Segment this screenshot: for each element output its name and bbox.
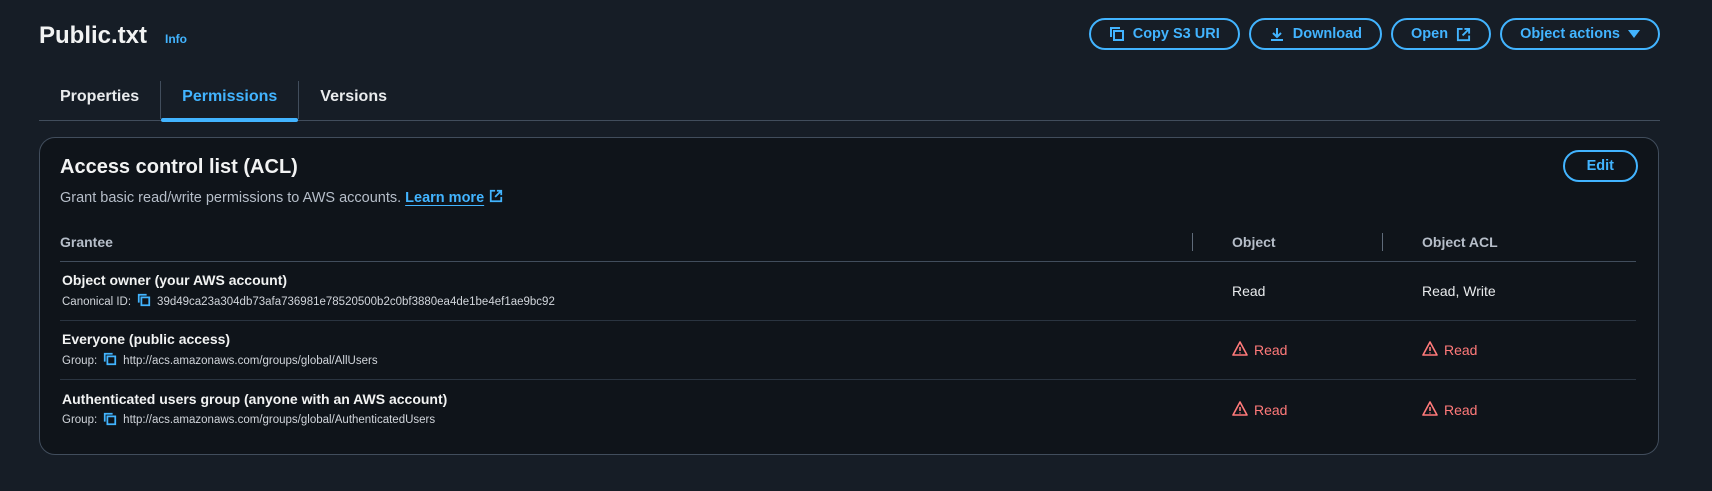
grantee-name: Object owner (your AWS account) [62, 272, 288, 288]
acl-description-text: Grant basic read/write permissions to AW… [60, 190, 402, 206]
open-button[interactable]: Open [1391, 18, 1492, 50]
warning-icon [1422, 400, 1438, 419]
warning-icon [1232, 341, 1248, 359]
tab-properties[interactable]: Properties [39, 79, 160, 121]
object-acl-permission-value: Read [1444, 401, 1478, 418]
object-acl-permission-value: Read [1444, 342, 1478, 358]
warning-icon [1422, 341, 1438, 359]
grantee-detail-label: Canonical ID: [62, 295, 132, 308]
header-actions: Copy S3 URI Download Open Object actions [1088, 18, 1660, 50]
copy-icon [1109, 26, 1125, 42]
grantee-detail-value: http://acs.amazonaws.com/groups/global/A… [123, 414, 436, 426]
object-permission-value: Read [1232, 283, 1266, 299]
table-row: Everyone (public access) Group: http://a… [60, 321, 1636, 380]
download-icon [1269, 26, 1285, 42]
object-actions-button[interactable]: Object actions [1500, 18, 1660, 50]
copy-icon[interactable] [103, 352, 117, 369]
object-acl-permission-value: Read, Write [1422, 283, 1496, 299]
grantee-detail-value: http://acs.amazonaws.com/groups/global/A… [123, 354, 378, 367]
object-actions-label: Object actions [1520, 26, 1620, 42]
grantee-detail: Canonical ID: 39d49ca23a304db73afa736981… [62, 293, 1212, 310]
acl-panel: Access control list (ACL) Grant basic re… [39, 137, 1659, 455]
grantee-detail: Group: http://acs.amazonaws.com/groups/g… [62, 352, 1212, 369]
grantee-detail-value: 39d49ca23a304db73afa736981e78520500b2c0b… [157, 295, 555, 308]
object-acl-permission: Read [1402, 400, 1636, 419]
page-title: Public.txt [39, 22, 148, 49]
grantee-name: Authenticated users group (anyone with a… [62, 390, 448, 407]
object-acl-permission: Read, Write [1402, 283, 1636, 299]
info-link[interactable]: Info [165, 32, 187, 46]
table-row: Authenticated users group (anyone with a… [60, 380, 1636, 439]
caret-down-icon [1628, 29, 1640, 39]
tab-versions[interactable]: Versions [299, 79, 408, 121]
grantee-cell: Authenticated users group (anyone with a… [60, 391, 1212, 429]
copy-icon[interactable] [137, 293, 151, 310]
external-link-icon [1456, 27, 1471, 42]
column-header-object-acl: Object ACL [1382, 222, 1636, 262]
copy-s3-uri-label: Copy S3 URI [1132, 26, 1220, 42]
grantee-name: Everyone (public access) [62, 331, 231, 347]
grantee-detail: Group: http://acs.amazonaws.com/groups/g… [62, 412, 1212, 429]
learn-more-label: Learn more [405, 190, 485, 206]
grantee-detail-label: Group: [62, 414, 98, 426]
object-permission-value: Read [1254, 342, 1288, 358]
table-header: Grantee Object Object ACL [60, 222, 1636, 262]
tab-bar: Properties Permissions Versions [39, 79, 1660, 122]
object-acl-permission: Read [1402, 341, 1636, 359]
grantee-detail-label: Group: [62, 354, 98, 367]
open-label: Open [1411, 26, 1449, 42]
copy-icon[interactable] [103, 412, 117, 429]
edit-button[interactable]: Edit [1562, 150, 1638, 182]
download-button[interactable]: Download [1248, 18, 1383, 50]
grantee-cell: Everyone (public access) Group: http://a… [60, 331, 1212, 369]
copy-s3-uri-button[interactable]: Copy S3 URI [1088, 18, 1240, 50]
download-label: Download [1292, 26, 1363, 42]
external-link-icon [489, 189, 503, 207]
acl-description: Grant basic read/write permissions to AW… [60, 189, 503, 207]
object-permission: Read [1212, 341, 1402, 359]
table-row: Object owner (your AWS account) Canonica… [60, 262, 1636, 321]
object-permission: Read [1212, 400, 1402, 419]
acl-title: Access control list (ACL) [60, 156, 298, 178]
column-header-object: Object [1192, 222, 1402, 262]
object-permission-value: Read [1254, 401, 1288, 418]
edit-label: Edit [1586, 158, 1614, 174]
object-permission: Read [1212, 283, 1402, 299]
page-header: Public.txt Info Copy S3 URI Download Ope… [39, 18, 1660, 54]
grantee-cell: Object owner (your AWS account) Canonica… [60, 272, 1212, 310]
tab-permissions[interactable]: Permissions [161, 79, 299, 122]
learn-more-link[interactable]: Learn more [405, 189, 503, 207]
acl-table: Grantee Object Object ACL Object owner (… [60, 222, 1636, 439]
column-header-grantee: Grantee [60, 233, 113, 250]
warning-icon [1232, 400, 1248, 419]
